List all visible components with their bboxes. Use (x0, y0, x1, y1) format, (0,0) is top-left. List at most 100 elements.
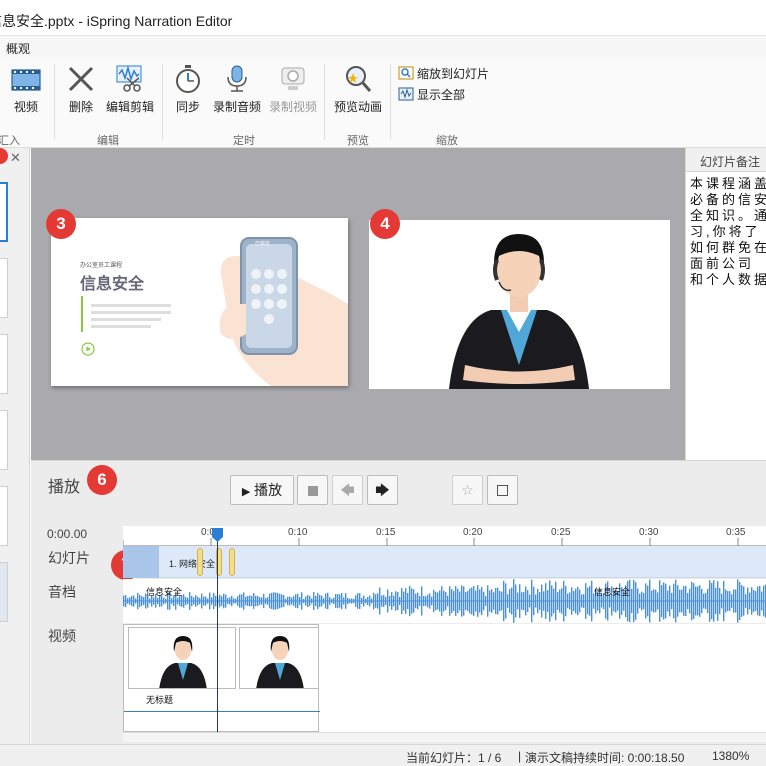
ruler-tick-label: 0:30 (639, 527, 659, 538)
badge-6: 6 (87, 465, 117, 495)
ruler-tick-label: 0:35 (726, 527, 746, 538)
badge-4: 4 (370, 209, 400, 239)
preview-animation-button[interactable]: 预览动画 (330, 64, 386, 120)
zoom-to-slide-label: 缩放到幻灯片 (417, 67, 490, 81)
status-divider: | (518, 749, 522, 763)
group-label-import: 汇入 (0, 135, 20, 147)
ruler-tick-label: 0:15 (376, 527, 396, 538)
presenter-thumbnail (159, 636, 207, 688)
slide-thumbnail[interactable] (0, 182, 8, 242)
separator (324, 64, 325, 140)
play-button[interactable]: ▶ 播放 (230, 475, 294, 505)
ruler-tick-label: 0:10 (288, 527, 308, 538)
show-all-label: 显示全部 (417, 88, 466, 102)
green-accent-bar (81, 296, 83, 332)
video-frame (128, 627, 236, 689)
previous-button[interactable]: 🡄 (332, 475, 363, 505)
stop-button[interactable] (297, 475, 328, 505)
track-label-video: 视频 (48, 628, 76, 644)
slide-preview: 办公室员工课程 信息安全 已锁定 (51, 218, 348, 386)
script-duration-status: 演示文稿持续时间: 0:00:18.50 (525, 751, 685, 765)
delete-icon (68, 66, 94, 92)
hand-phone-illustration (219, 237, 348, 386)
show-all-button[interactable]: 显示全部 (398, 86, 465, 104)
presenter-video (369, 220, 670, 389)
separator (390, 64, 391, 140)
animation-marker[interactable] (229, 548, 235, 576)
track-label-slides: 幻灯片 (48, 550, 90, 566)
zoom-status: 1380% (712, 749, 750, 763)
play-icon: ▶ (241, 486, 251, 498)
show-all-icon (398, 87, 414, 101)
course-label: 办公室员工课程 (80, 263, 123, 269)
current-slide-status: 当前幻灯片：1 / 6 (406, 751, 502, 765)
slides-track[interactable]: 1. 网络安全 (123, 546, 766, 578)
group-label-edit: 编辑 (97, 135, 119, 147)
stopwatch-icon (176, 65, 200, 93)
menu-bar: 概观 (0, 36, 766, 58)
slide-thumbnail[interactable] (0, 486, 8, 546)
playback-label: 播放 (48, 479, 81, 496)
edit-clip-button[interactable]: 编辑剪辑 (104, 64, 156, 120)
film-icon (11, 69, 41, 91)
arrow-right-icon: 🡆 (375, 482, 390, 498)
record-video-button[interactable]: 录制视频 (266, 64, 320, 120)
edit-clip-label: 编辑剪辑 (105, 100, 154, 114)
play-label: 播放 (254, 482, 283, 498)
group-label-preview: 预览 (347, 135, 369, 147)
window-title: 信息安全.pptx - iSpring Narration Editor (0, 13, 233, 29)
record-audio-button[interactable]: 录制音频 (210, 64, 264, 120)
presenter-thumbnail (256, 636, 304, 688)
slide-thumbnail[interactable] (0, 334, 8, 394)
audio-label: 信息安全 (594, 587, 631, 597)
slide-block-selected[interactable] (123, 546, 159, 578)
next-button[interactable]: 🡆 (367, 475, 398, 505)
slide-item-label: 1. 网络安全 (169, 559, 216, 569)
magnifier-star-icon (346, 66, 372, 92)
playhead-handle[interactable] (212, 528, 223, 542)
slide-body-lines (91, 304, 171, 328)
zoom-to-slide-button[interactable]: 缩放到幻灯片 (398, 65, 489, 83)
badge-3: 3 (46, 209, 76, 239)
slide-thumbnail[interactable] (0, 410, 8, 470)
audio-track[interactable]: 信息安全 信息安全 (123, 579, 766, 623)
video-clip-title: 无标题 (146, 695, 174, 705)
frame-icon (497, 485, 508, 496)
close-icon[interactable]: ✕ (10, 150, 21, 166)
video-frame (239, 627, 319, 689)
slide-thumbnail[interactable] (0, 258, 8, 318)
webcam-icon (281, 67, 305, 90)
video-button[interactable]: 视频 (4, 64, 48, 120)
video-track[interactable]: 无标题 (123, 624, 766, 732)
slide-thumbnail[interactable] (0, 562, 8, 622)
ribbon: 视频 删除 编辑剪辑 同步 录制音频 录制视频 预览动画 缩放到幻灯片 显示全部… (0, 58, 766, 148)
playhead[interactable] (217, 528, 218, 734)
fit-button[interactable] (487, 475, 518, 505)
sync-label: 同步 (175, 100, 200, 114)
ruler-tick-label: 0:25 (551, 527, 571, 538)
notes-header: 幻灯片备注 (686, 148, 766, 172)
delete-button[interactable]: 删除 (60, 64, 102, 120)
audio-waveform (123, 579, 766, 623)
video-label: 视频 (13, 100, 38, 114)
animation-marker[interactable] (197, 548, 203, 576)
badge-partial (0, 148, 8, 164)
waveform-scissors-icon (116, 65, 142, 92)
tab-overview[interactable]: 概观 (6, 40, 30, 57)
zoom-slide-icon (398, 66, 414, 80)
separator (54, 64, 55, 140)
delete-label: 删除 (68, 100, 93, 114)
group-label-zoom: 缩放 (436, 135, 458, 147)
current-time: 0:00.00 (47, 527, 88, 541)
track-label-audio: 音档 (48, 584, 76, 600)
stop-icon (307, 486, 318, 496)
video-clip[interactable]: 无标题 (123, 624, 320, 732)
sync-button[interactable]: 同步 (170, 64, 206, 120)
audio-label: 信息安全 (146, 587, 183, 597)
microphone-icon (227, 65, 247, 92)
add-animation-button[interactable]: ☆ (452, 475, 483, 505)
notes-text[interactable]: 本课程涵盖 必备的信安 全知识。通 习,你将了 如何群免在 面前公司 和个人数据 (686, 172, 766, 288)
separator (162, 64, 163, 140)
star-icon: ☆ (461, 482, 474, 498)
horizontal-scrollbar[interactable] (123, 732, 766, 742)
